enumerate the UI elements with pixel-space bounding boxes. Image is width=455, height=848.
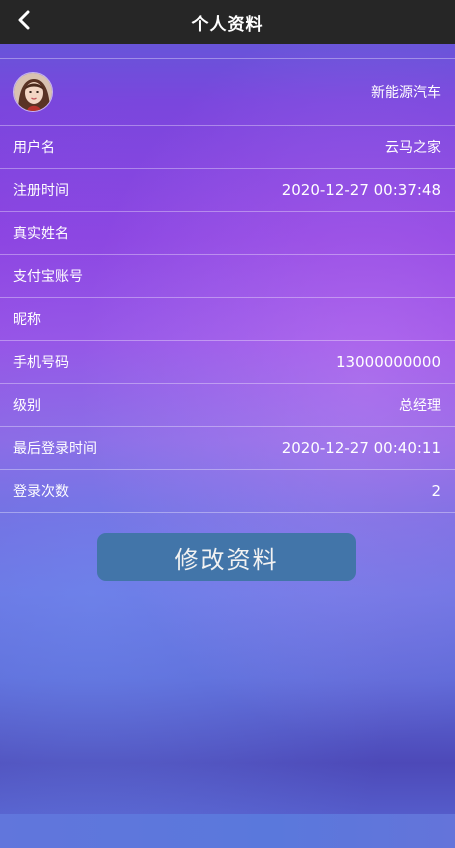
row-username[interactable]: 用户名 云马之家 <box>0 126 455 169</box>
row-level[interactable]: 级别 总经理 <box>0 384 455 427</box>
last-login-label: 最后登录时间 <box>13 441 97 457</box>
page-title: 个人资料 <box>191 14 264 35</box>
avatar-row[interactable]: 新能源汽车 <box>0 59 455 126</box>
back-button[interactable] <box>6 4 42 40</box>
last-login-value: 2020-12-27 00:40:11 <box>281 439 441 457</box>
alipay-account-label: 支付宝账号 <box>13 269 83 285</box>
row-last-login[interactable]: 最后登录时间 2020-12-27 00:40:11 <box>0 427 455 470</box>
row-register-time[interactable]: 注册时间 2020-12-27 00:37:48 <box>0 169 455 212</box>
username-value: 云马之家 <box>385 140 441 156</box>
real-name-label: 真实姓名 <box>13 226 69 242</box>
register-time-value: 2020-12-27 00:37:48 <box>281 181 441 199</box>
row-nickname[interactable]: 昵称 <box>0 298 455 341</box>
profile-list: 新能源汽车 用户名 云马之家 注册时间 2020-12-27 00:37:48 … <box>0 58 455 513</box>
level-label: 级别 <box>13 398 41 414</box>
row-phone[interactable]: 手机号码 13000000000 <box>0 341 455 384</box>
login-count-label: 登录次数 <box>13 484 69 500</box>
username-label: 用户名 <box>13 140 55 156</box>
row-real-name[interactable]: 真实姓名 <box>0 212 455 255</box>
avatar-row-value: 新能源汽车 <box>371 85 441 101</box>
level-value: 总经理 <box>399 398 441 414</box>
login-count-value: 2 <box>431 482 441 500</box>
register-time-label: 注册时间 <box>13 183 69 199</box>
bottom-strip <box>0 814 455 848</box>
user-avatar[interactable] <box>13 72 53 112</box>
phone-label: 手机号码 <box>13 355 69 371</box>
edit-profile-button[interactable]: 修改资料 <box>97 533 356 581</box>
top-bar: 个人资料 <box>0 0 455 44</box>
nickname-label: 昵称 <box>13 312 41 328</box>
row-alipay-account[interactable]: 支付宝账号 <box>0 255 455 298</box>
phone-value: 13000000000 <box>336 353 441 371</box>
chevron-left-icon <box>17 10 31 34</box>
row-login-count[interactable]: 登录次数 2 <box>0 470 455 513</box>
